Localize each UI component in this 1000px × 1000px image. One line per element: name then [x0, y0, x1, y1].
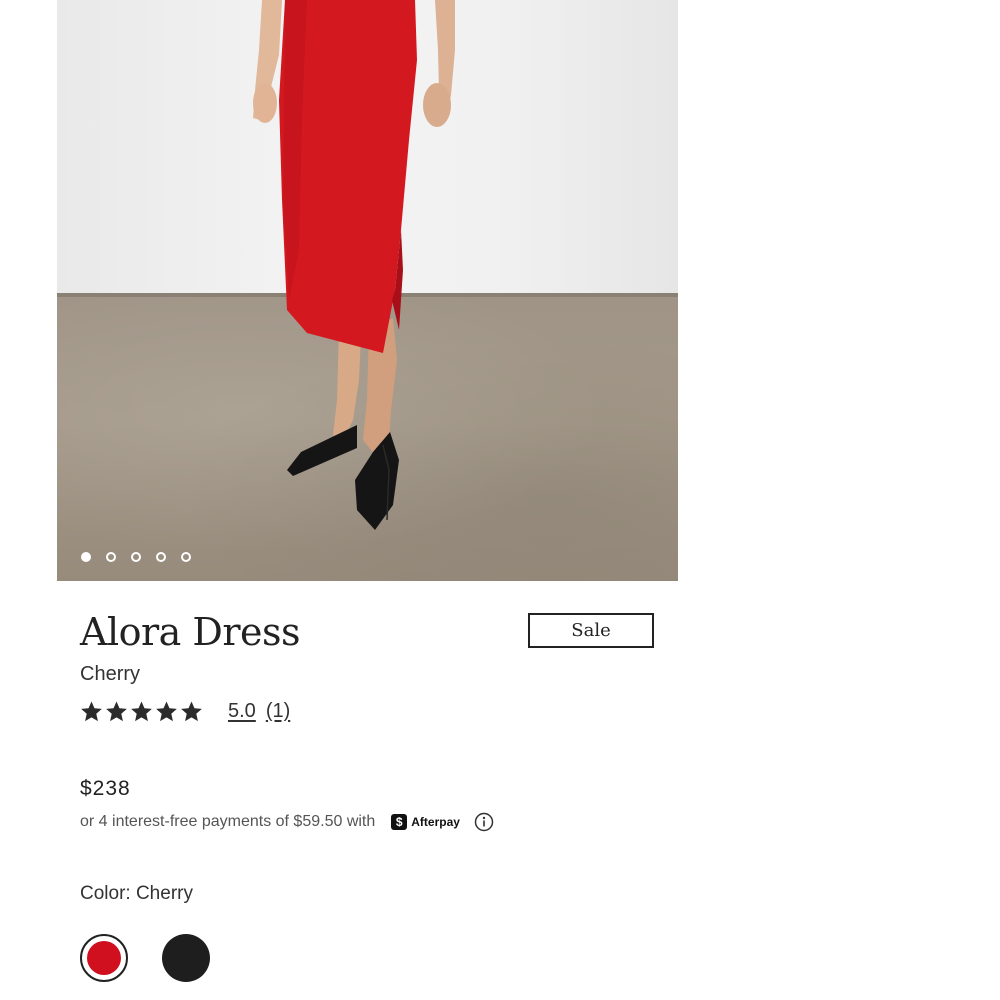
- gallery-dot[interactable]: [181, 552, 191, 562]
- gallery-dot[interactable]: [106, 552, 116, 562]
- color-label: Color: Cherry: [80, 883, 193, 904]
- installments-info: or 4 interest-free payments of $59.50 wi…: [80, 812, 494, 832]
- rating-score-link[interactable]: 5.0: [228, 700, 256, 723]
- product-variant: Cherry: [80, 663, 141, 685]
- color-swatch-cherry[interactable]: [80, 934, 128, 982]
- color-swatch-cherry-fill: [87, 941, 121, 975]
- gallery-dot[interactable]: [81, 552, 91, 562]
- color-swatch-black[interactable]: [162, 934, 210, 982]
- gallery-dot[interactable]: [131, 552, 141, 562]
- gallery-pagination: [81, 552, 191, 562]
- star-rating: [80, 700, 203, 723]
- star-icon: [131, 701, 152, 722]
- star-icon: [106, 701, 127, 722]
- info-icon[interactable]: [474, 812, 494, 832]
- star-icon: [181, 701, 202, 722]
- product-photo-model: [253, 0, 455, 530]
- sale-badge: Sale: [528, 613, 654, 648]
- installments-text: or 4 interest-free payments of $59.50 wi…: [80, 813, 376, 830]
- product-price: $238: [80, 777, 131, 800]
- product-title: Alora Dress: [80, 610, 301, 654]
- afterpay-label: Afterpay: [411, 815, 460, 829]
- star-icon: [81, 701, 102, 722]
- product-rating: 5.0 (1): [80, 700, 290, 723]
- review-count-link[interactable]: (1): [266, 700, 290, 723]
- gallery-dot[interactable]: [156, 552, 166, 562]
- afterpay-icon: $: [391, 814, 408, 830]
- product-image-gallery[interactable]: [57, 0, 678, 581]
- star-icon: [156, 701, 177, 722]
